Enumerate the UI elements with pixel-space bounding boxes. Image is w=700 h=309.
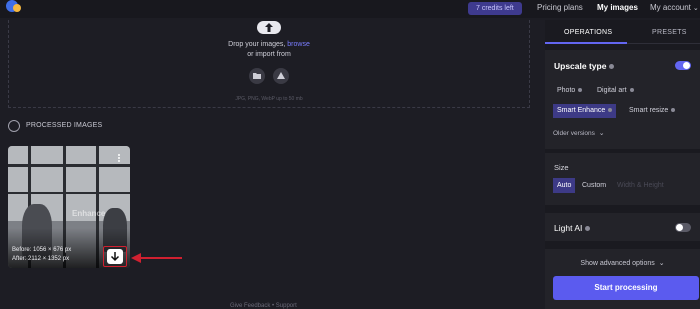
size-auto[interactable]: Auto [553,178,576,193]
info-icon[interactable] [585,226,591,232]
overlay-watermark-text: Enhance [72,209,106,218]
more-options-icon[interactable] [118,154,121,164]
upscale-type-label: Upscale type [554,61,607,71]
option-digital-art[interactable]: Digital art [593,84,638,98]
credits-badge[interactable]: 7 credits left [468,2,522,15]
show-advanced-options[interactable]: Show advanced options ⌄ [545,259,700,267]
size-title: Size [554,163,569,172]
nav-pricing-plans[interactable]: Pricing plans [537,3,583,12]
processed-images-label: PROCESSED IMAGES [26,122,103,129]
info-icon[interactable] [608,108,613,113]
upscale-toggle[interactable] [675,61,691,70]
nav-my-account[interactable]: My account ⌄ [650,3,699,12]
browse-link[interactable]: browse [287,41,310,48]
info-icon[interactable] [671,108,676,113]
light-ai-toggle[interactable] [675,223,691,232]
upscale-type-title: Upscale type [554,61,615,71]
import-label: or import from [247,51,291,58]
option-smart-enhance-label: Smart Enhance [557,107,606,114]
light-ai-label: Light AI [554,223,583,233]
drop-instructions: Drop your images, browse [0,41,538,48]
option-smart-resize[interactable]: Smart resize [625,104,679,118]
show-advanced-label: Show advanced options [580,260,655,267]
option-smart-enhance[interactable]: Smart Enhance [553,104,617,118]
annotation-arrow-icon [131,253,182,263]
app-logo[interactable] [6,0,21,14]
older-versions-link[interactable]: Older versions ⌄ [553,129,605,137]
top-bar: 7 credits left Pricing plans My images M… [0,0,700,18]
active-tab-indicator [545,42,627,44]
info-icon[interactable] [629,88,634,93]
settings-panel: OPERATIONS PRESETS Upscale type Photo Di… [545,20,700,309]
panel-tabs: OPERATIONS PRESETS [545,20,700,44]
tab-operations[interactable]: OPERATIONS [564,29,612,36]
size-width-height: Width & Height [617,182,664,189]
folder-icon[interactable] [249,68,265,84]
info-icon[interactable] [609,64,615,70]
feedback-links[interactable]: Give Feedback • Support [230,303,297,309]
drop-prefix: Drop your images, [228,41,288,48]
nav-my-images[interactable]: My images [597,3,638,12]
older-versions-label: Older versions [553,130,595,137]
option-smart-resize-label: Smart resize [629,107,669,114]
google-drive-icon[interactable] [273,68,289,84]
download-arrow-icon [110,252,120,262]
before-dimensions: Before: 1056 × 676 px [12,247,72,253]
light-ai-section: Light AI [545,213,700,241]
chevron-down-icon: ⌄ [692,5,699,12]
download-button[interactable] [107,249,123,264]
select-all-radio[interactable] [8,120,20,132]
supported-formats: JPG, PNG, WebP up to 50 mb [235,96,303,102]
chevron-down-icon: ⌄ [658,260,665,267]
start-processing-button[interactable]: Start processing [553,276,699,300]
nav-my-account-label: My account [650,3,691,12]
light-ai-title: Light AI [554,223,591,233]
size-custom[interactable]: Custom [578,178,610,193]
tab-presets[interactable]: PRESETS [652,29,687,36]
info-icon[interactable] [578,88,583,93]
chevron-down-icon: ⌄ [598,130,605,137]
option-digital-art-label: Digital art [597,87,627,94]
upload-cloud-icon [257,21,281,34]
option-photo-label: Photo [557,87,576,94]
option-photo[interactable]: Photo [553,84,586,98]
after-dimensions: After: 2112 × 1352 px [12,256,70,262]
size-section: Size Auto Custom Width & Height [545,153,700,205]
